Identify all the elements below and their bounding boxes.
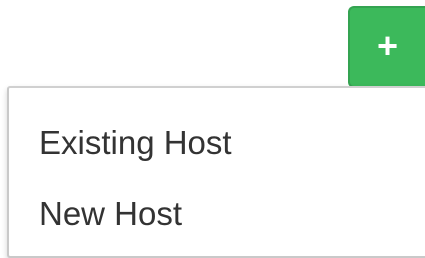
menu-item-new-host[interactable]: New Host — [39, 197, 182, 230]
menu-item-existing-host[interactable]: Existing Host — [39, 126, 232, 159]
add-host-button[interactable]: + — [348, 6, 425, 88]
add-host-dropdown-menu: Existing Host New Host — [7, 86, 425, 258]
plus-icon: + — [376, 25, 399, 66]
host-add-widget: + Existing Host New Host — [0, 0, 425, 258]
